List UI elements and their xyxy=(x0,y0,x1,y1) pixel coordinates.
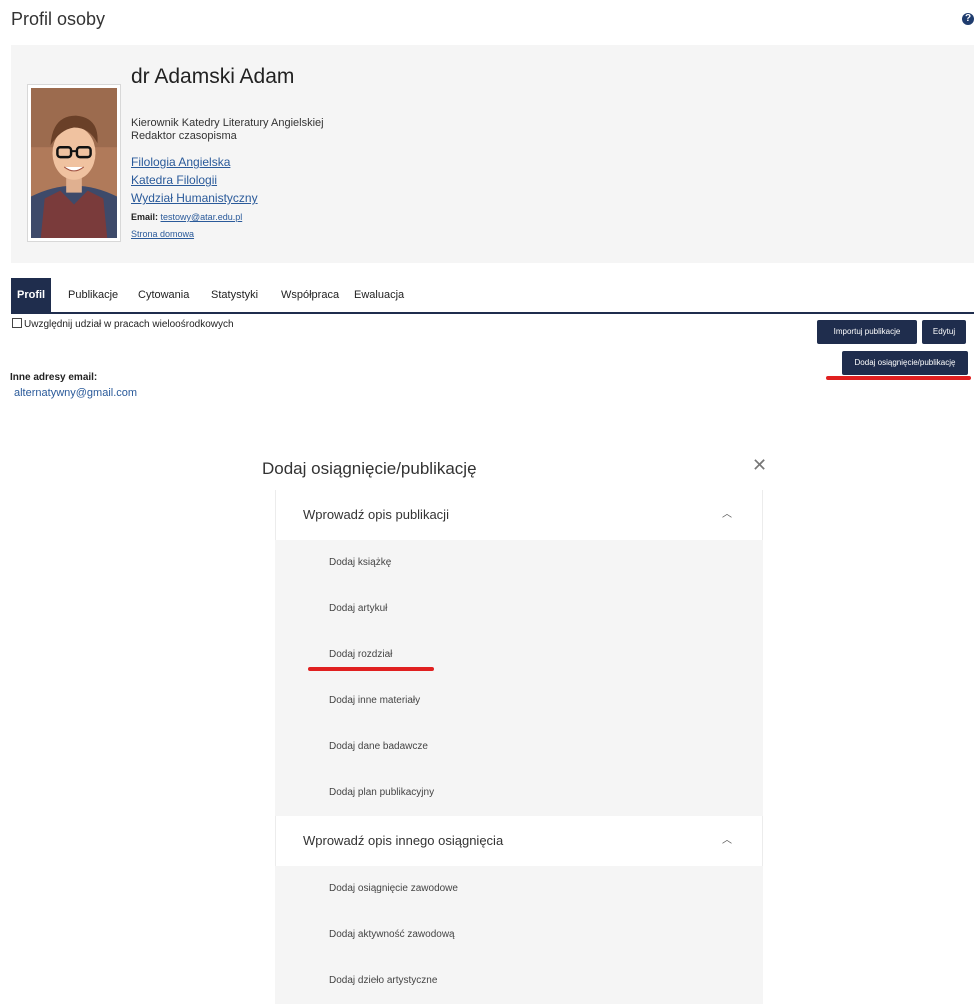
menu-item-add-professional-activity[interactable]: Dodaj aktywność zawodową xyxy=(275,912,763,958)
homepage-wrap: Strona domowa xyxy=(131,229,194,239)
unit-link[interactable]: Wydział Humanistyczny xyxy=(131,189,258,207)
profile-photo xyxy=(27,84,121,242)
menu-item-add-other-materials[interactable]: Dodaj inne materiały xyxy=(275,678,763,724)
chevron-up-icon[interactable]: ︿ xyxy=(722,816,732,866)
import-publications-button[interactable]: Importuj publikacje xyxy=(817,320,917,344)
accordion-body-publications: Dodaj książkę Dodaj artykuł Dodaj rozdzi… xyxy=(275,540,763,816)
role-line: Kierownik Katedry Literatury Angielskiej xyxy=(131,117,324,129)
tab-ewaluacja[interactable]: Ewaluacja xyxy=(348,278,410,312)
multicenter-checkbox-label: Uwzględnij udział w pracach wieloośrodko… xyxy=(24,319,234,330)
highlight-underline xyxy=(308,667,434,671)
accordion-header-publications[interactable]: Wprowadź opis publikacji ︿ xyxy=(275,490,763,540)
menu-item-add-artistic-work[interactable]: Dodaj dzieło artystyczne xyxy=(275,958,763,1004)
profile-tabs: Profil Publikacje Cytowania Statystyki W… xyxy=(11,278,974,314)
person-name: dr Adamski Adam xyxy=(131,65,295,88)
accordion-other-achievements: Wprowadź opis innego osiągnięcia ︿ Dodaj… xyxy=(275,816,763,1004)
tab-profil[interactable]: Profil xyxy=(11,278,52,312)
menu-item-add-professional-achievement[interactable]: Dodaj osiągnięcie zawodowe xyxy=(275,866,763,912)
roles: Kierownik Katedry Literatury Angielskiej… xyxy=(131,117,324,143)
question-circle-icon[interactable]: ? xyxy=(962,13,974,25)
multicenter-checkbox-row[interactable]: Uwzględnij udział w pracach wieloośrodko… xyxy=(12,318,234,330)
menu-item-add-chapter[interactable]: Dodaj rozdział xyxy=(275,632,763,678)
email-line: Email: testowy@atar.edu.pl xyxy=(131,212,242,222)
tab-cytowania[interactable]: Cytowania xyxy=(132,278,195,312)
tab-wspolpraca[interactable]: Współpraca xyxy=(275,278,345,312)
menu-item-add-article[interactable]: Dodaj artykuł xyxy=(275,586,763,632)
close-icon[interactable]: ✕ xyxy=(752,455,767,476)
email-label: Email: xyxy=(131,212,159,222)
accordion-publications: Wprowadź opis publikacji ︿ Dodaj książkę… xyxy=(275,490,763,816)
menu-item-add-research-data[interactable]: Dodaj dane badawcze xyxy=(275,724,763,770)
highlight-underline xyxy=(826,376,971,380)
other-email-wrap: alternatywny@gmail.com xyxy=(14,387,137,399)
unit-link[interactable]: Filologia Angielska xyxy=(131,153,258,171)
accordion-header-label: Wprowadź opis innego osiągnięcia xyxy=(303,833,504,848)
multicenter-checkbox[interactable] xyxy=(12,318,22,328)
other-emails-label: Inne adresy email: xyxy=(10,372,98,383)
chevron-up-icon[interactable]: ︿ xyxy=(722,490,732,540)
menu-item-add-publication-plan[interactable]: Dodaj plan publikacyjny xyxy=(275,770,763,816)
homepage-link[interactable]: Strona domowa xyxy=(131,229,194,239)
accordion-header-label: Wprowadź opis publikacji xyxy=(303,507,449,522)
edit-button[interactable]: Edytuj xyxy=(922,320,966,344)
tab-publikacje[interactable]: Publikacje xyxy=(62,278,124,312)
tab-statystyki[interactable]: Statystyki xyxy=(205,278,264,312)
affiliations: Filologia Angielska Katedra Filologii Wy… xyxy=(131,153,258,207)
email-link[interactable]: testowy@atar.edu.pl xyxy=(161,212,243,222)
accordion-body-other-achievements: Dodaj osiągnięcie zawodowe Dodaj aktywno… xyxy=(275,866,763,1004)
profile-card: dr Adamski Adam Kierownik Katedry Litera… xyxy=(11,45,974,263)
modal-title: Dodaj osiągnięcie/publikację xyxy=(262,459,477,478)
menu-item-add-book[interactable]: Dodaj książkę xyxy=(275,540,763,586)
role-line: Redaktor czasopisma xyxy=(131,130,237,142)
accordion-header-other-achievements[interactable]: Wprowadź opis innego osiągnięcia ︿ xyxy=(275,816,763,866)
page-title: Profil osoby xyxy=(11,9,106,29)
add-achievement-button[interactable]: Dodaj osiągnięcie/publikację xyxy=(842,351,968,375)
unit-link[interactable]: Katedra Filologii xyxy=(131,171,258,189)
other-email-link[interactable]: alternatywny@gmail.com xyxy=(14,387,137,399)
